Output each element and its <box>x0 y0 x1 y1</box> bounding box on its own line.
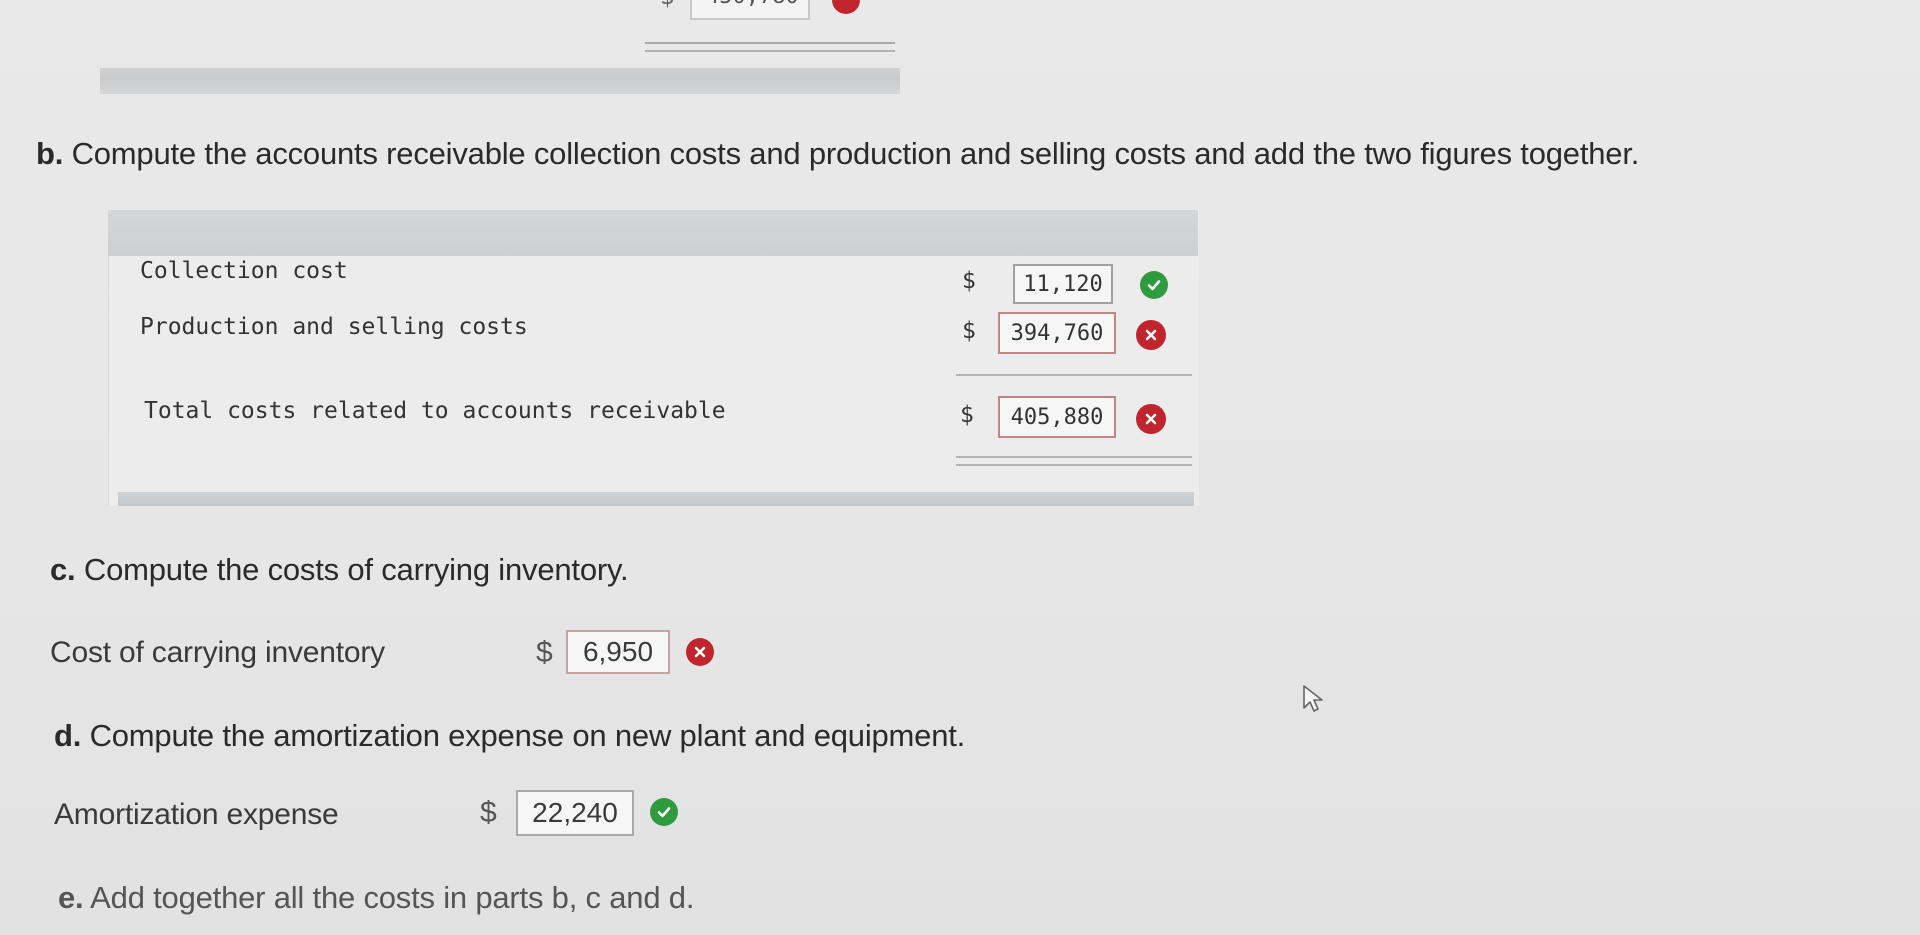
row-currency: $ <box>962 268 976 294</box>
collection-cost-input[interactable]: 11,120 <box>1013 264 1113 304</box>
double-underline-bottom <box>956 464 1192 466</box>
question-c-text: Compute the costs of carrying inventory. <box>83 552 629 587</box>
incorrect-x-icon <box>1136 320 1166 350</box>
total-costs-input[interactable]: 405,880 <box>998 396 1116 438</box>
question-b-prompt: b. Compute the accounts receivable colle… <box>36 136 1639 172</box>
double-underline-top <box>645 42 895 44</box>
table-header <box>108 210 1198 256</box>
label-cost-of-carrying-inventory: Cost of carrying inventory <box>50 636 385 669</box>
question-e-prompt: e. Add together all the costs in parts b… <box>58 880 694 916</box>
question-c-prompt: c. Compute the costs of carrying invento… <box>50 552 629 588</box>
question-d-prompt: d. Compute the amortization expense on n… <box>54 718 965 754</box>
question-d-letter: d. <box>54 718 82 753</box>
prev-currency: $ <box>660 0 674 10</box>
carrying-inventory-input[interactable]: 6,950 <box>566 630 670 674</box>
row-label-total-costs: Total costs related to accounts receivab… <box>144 398 726 424</box>
prev-answer-value: 450,780 <box>706 0 799 9</box>
row-currency: $ <box>960 402 974 428</box>
row-currency: $ <box>962 318 976 344</box>
double-underline-bottom <box>645 50 895 52</box>
question-e-text: Add together all the costs in parts b, c… <box>90 880 695 915</box>
double-underline-top <box>956 456 1192 458</box>
currency-symbol: $ <box>536 636 553 669</box>
incorrect-x-icon <box>686 638 714 666</box>
correct-check-icon <box>1140 271 1168 299</box>
label-amortization-expense: Amortization expense <box>54 798 339 831</box>
production-selling-input[interactable]: 394,760 <box>998 312 1116 354</box>
amortization-expense-input[interactable]: 22,240 <box>516 790 634 836</box>
row-label-production-selling: Production and selling costs <box>140 314 528 340</box>
table-footer <box>118 492 1194 506</box>
question-b-text: Compute the accounts receivable collecti… <box>71 136 1640 171</box>
row-label-collection-cost: Collection cost <box>140 258 348 284</box>
question-c-letter: c. <box>50 552 76 587</box>
question-d-text: Compute the amortization expense on new … <box>89 718 966 753</box>
currency-symbol: $ <box>480 796 497 829</box>
question-e-letter: e. <box>58 880 84 915</box>
incorrect-icon <box>832 0 860 14</box>
mouse-cursor-icon <box>1302 684 1324 719</box>
incorrect-x-icon <box>1136 404 1166 434</box>
correct-check-icon <box>650 798 678 826</box>
previous-table-footer <box>100 68 900 94</box>
question-b-letter: b. <box>36 136 64 171</box>
sum-rule <box>956 374 1192 376</box>
